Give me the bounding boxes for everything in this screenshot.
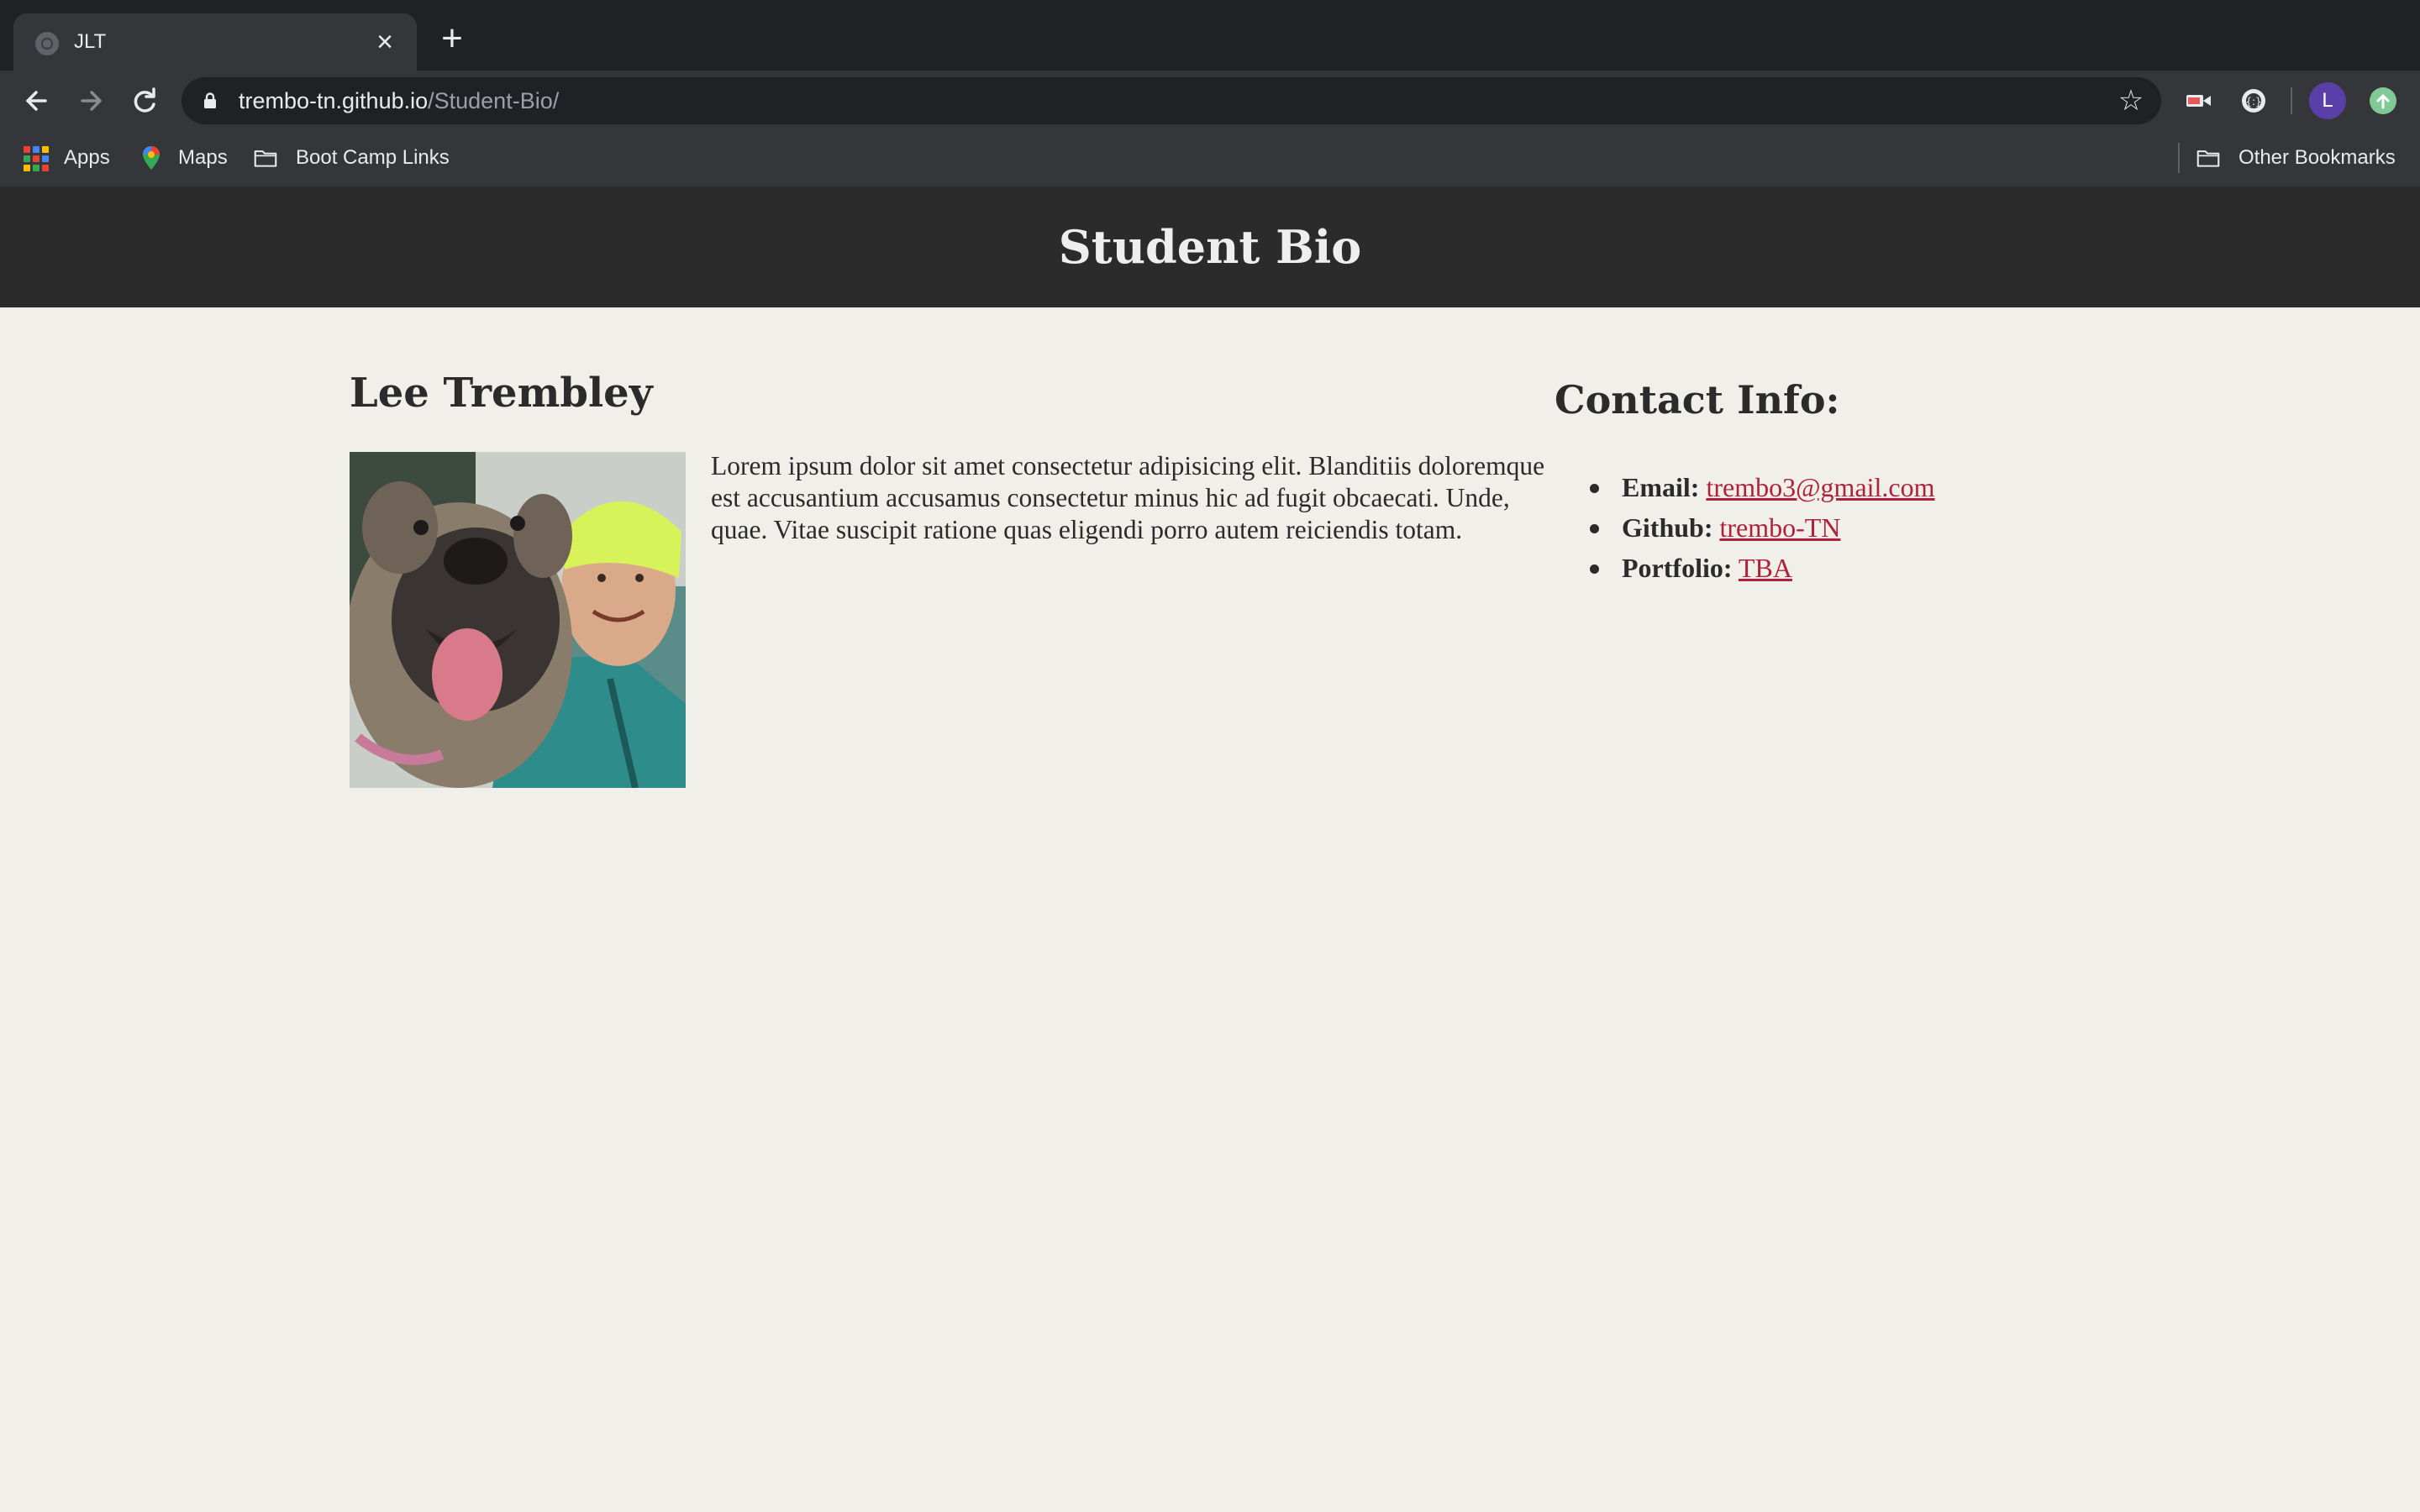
site-header: Student Bio — [0, 186, 2420, 307]
update-icon[interactable] — [2368, 86, 2398, 116]
url-path: /Student-Bio/ — [428, 88, 560, 113]
reload-icon — [134, 87, 155, 113]
bookmarks-divider — [2178, 143, 2180, 173]
bookmark-label: Maps — [178, 146, 228, 169]
url-text: trembo-tn.github.io/Student-Bio/ — [239, 87, 559, 114]
close-icon[interactable]: × — [368, 25, 402, 59]
email-link[interactable]: trembo3@gmail.com — [1706, 472, 1934, 502]
contact-label: Github: — [1622, 512, 1713, 543]
folder-icon — [2196, 150, 2220, 167]
list-bullet — [1590, 524, 1599, 533]
tab-strip: JLT × + — [0, 0, 2420, 71]
bookmark-label: Boot Camp Links — [296, 146, 450, 169]
svg-text:{:}: {:} — [2245, 96, 2261, 108]
extension-code-icon[interactable]: {:} — [2238, 86, 2269, 116]
folder-icon — [254, 150, 277, 167]
arrow-right-icon — [81, 91, 102, 111]
bookmark-folder-boot-camp[interactable]: Boot Camp Links — [254, 143, 472, 173]
lock-icon — [204, 92, 216, 108]
back-button[interactable] — [17, 81, 57, 121]
reload-button[interactable] — [124, 81, 165, 121]
address-bar[interactable]: trembo-tn.github.io/Student-Bio/ ☆ — [182, 77, 2161, 124]
arrow-left-icon — [26, 91, 47, 111]
bookmark-star-icon[interactable]: ☆ — [2116, 86, 2146, 116]
toolbar-divider — [2291, 87, 2292, 114]
map-pin-icon — [143, 146, 160, 170]
new-tab-button[interactable]: + — [435, 20, 469, 57]
other-bookmarks-folder[interactable]: Other Bookmarks — [2196, 143, 2407, 173]
contact-heading: Contact Info: — [1555, 377, 1840, 423]
profile-photo — [350, 452, 686, 788]
contact-portfolio-item: Portfolio: TBA — [1555, 548, 1935, 588]
bookmark-label: Apps — [64, 146, 110, 169]
contact-label: Portfolio: — [1622, 553, 1733, 583]
contact-email-item: Email: trembo3@gmail.com — [1555, 467, 1935, 507]
bio-paragraph: Lorem ipsum dolor sit amet consectetur a… — [711, 451, 1545, 544]
tab-title: JLT — [74, 30, 107, 53]
apps-grid-icon — [24, 146, 49, 171]
portfolio-link[interactable]: TBA — [1739, 553, 1792, 583]
github-link[interactable]: trembo-TN — [1719, 512, 1840, 543]
forward-button[interactable] — [71, 81, 111, 121]
profile-avatar[interactable]: L — [2309, 82, 2346, 119]
page-title: Student Bio — [1058, 220, 1362, 274]
contact-github-item: Github: trembo-TN — [1555, 507, 1935, 548]
contact-label: Email: — [1622, 472, 1700, 502]
list-bullet — [1590, 484, 1599, 493]
bookmark-maps[interactable]: Maps — [139, 143, 232, 173]
bookmark-label: Other Bookmarks — [2238, 146, 2396, 169]
browser-tab[interactable]: JLT × — [13, 13, 417, 71]
student-name: Lee Trembley — [350, 370, 653, 417]
list-bullet — [1590, 564, 1599, 574]
globe-icon — [35, 32, 59, 55]
browser-toolbar: trembo-tn.github.io/Student-Bio/ ☆ {:} L — [0, 71, 2420, 131]
url-host: trembo-tn.github.io — [239, 88, 429, 113]
contact-list: Email: trembo3@gmail.com Github: trembo-… — [1555, 467, 1935, 588]
extension-video-icon[interactable] — [2183, 86, 2213, 116]
